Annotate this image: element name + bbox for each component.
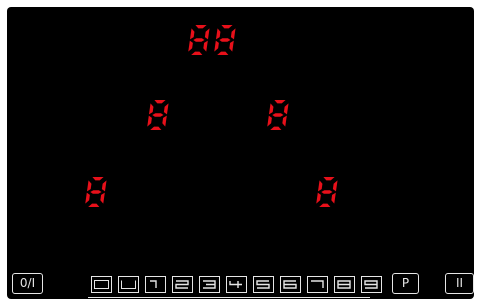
segment-d <box>150 126 162 130</box>
power-button[interactable]: 0/I <box>12 273 43 294</box>
segment-b <box>230 28 236 40</box>
segment-e <box>85 192 90 204</box>
level-9-icon <box>364 280 378 289</box>
segment-b <box>101 180 107 192</box>
segment-d <box>191 51 203 55</box>
seven-segment-digit <box>267 100 289 130</box>
level-6-icon <box>283 280 297 289</box>
pause-button[interactable]: P <box>392 273 419 294</box>
level-key-8[interactable] <box>334 276 355 293</box>
segment-d <box>217 51 229 55</box>
hob-control-panel: 0/I P II <box>7 7 474 299</box>
level-4-icon <box>229 281 242 288</box>
level-1-icon <box>150 280 157 288</box>
cooking-zone-display-bottom-right <box>316 175 340 209</box>
seven-segment-digit <box>214 25 236 55</box>
segment-c <box>229 40 234 52</box>
segment-e <box>267 115 272 127</box>
segment-c <box>100 192 105 204</box>
segment-a <box>154 100 166 104</box>
segment-e <box>188 40 193 52</box>
keep-warm-step-icon <box>121 280 136 289</box>
segment-f <box>268 103 274 115</box>
level-5-icon <box>256 280 270 289</box>
segment-a <box>221 25 233 29</box>
level-key-5[interactable] <box>253 276 274 293</box>
segment-c <box>162 115 167 127</box>
stop-go-button[interactable]: II <box>445 273 474 294</box>
level-key-3[interactable] <box>199 276 220 293</box>
segment-b <box>163 103 169 115</box>
segment-g <box>152 113 164 117</box>
level-2-icon <box>175 280 189 289</box>
segment-d <box>270 126 282 130</box>
segment-c <box>331 192 336 204</box>
level-7-icon <box>311 280 324 288</box>
level-key-6[interactable] <box>280 276 301 293</box>
cooking-zone-display-top-right <box>214 23 238 57</box>
segment-g <box>219 38 231 42</box>
seven-segment-digit <box>316 177 338 207</box>
segment-c <box>282 115 287 127</box>
cooking-zone-display-middle-left <box>147 98 171 132</box>
segment-e <box>147 115 152 127</box>
level-key-1[interactable] <box>145 276 166 293</box>
segment-f <box>148 103 154 115</box>
segment-f <box>189 28 195 40</box>
segment-g <box>321 190 333 194</box>
cooking-zone-display-middle-right <box>267 98 291 132</box>
power-level-slider[interactable] <box>88 271 382 298</box>
segment-a <box>195 25 207 29</box>
segment-d <box>319 203 331 207</box>
level-8-icon <box>337 280 351 289</box>
segment-b <box>332 180 338 192</box>
segment-a <box>274 100 286 104</box>
segment-g <box>90 190 102 194</box>
level-key-keep-warm[interactable] <box>118 276 139 293</box>
seven-segment-digit <box>85 177 107 207</box>
segment-a <box>323 177 335 181</box>
segment-e <box>214 40 219 52</box>
zero-step-icon <box>94 280 109 289</box>
level-3-icon <box>203 280 216 289</box>
segment-g <box>193 38 205 42</box>
segment-b <box>283 103 289 115</box>
cooking-zone-display-bottom-left <box>85 175 109 209</box>
level-key-2[interactable] <box>172 276 193 293</box>
slider-baseline <box>88 297 370 298</box>
level-key-9[interactable] <box>361 276 382 293</box>
segment-d <box>88 203 100 207</box>
cooking-zone-display-top-left <box>188 23 212 57</box>
segment-f <box>215 28 221 40</box>
segment-g <box>272 113 284 117</box>
level-key-7[interactable] <box>307 276 328 293</box>
seven-segment-digit <box>188 25 210 55</box>
segment-f <box>317 180 323 192</box>
segment-e <box>316 192 321 204</box>
segment-f <box>86 180 92 192</box>
level-key-4[interactable] <box>226 276 247 293</box>
seven-segment-digit <box>147 100 169 130</box>
segment-a <box>92 177 104 181</box>
segment-c <box>203 40 208 52</box>
level-key-zero[interactable] <box>91 276 112 293</box>
segment-b <box>204 28 210 40</box>
